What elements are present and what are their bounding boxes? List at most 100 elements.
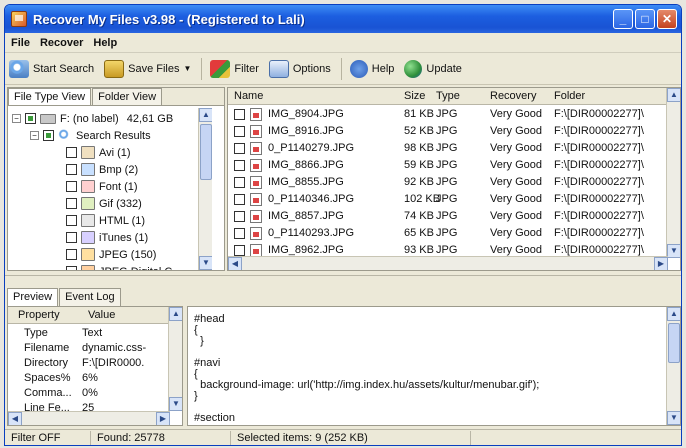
scroll-left-icon[interactable]: ◀: [228, 257, 242, 270]
file-list-hscrollbar[interactable]: ◀ ▶: [228, 256, 668, 270]
column-recovery[interactable]: Recovery: [490, 90, 536, 102]
tree-drive[interactable]: − F: (no label) 42,61 GB: [12, 110, 173, 127]
table-row[interactable]: IMG_8855.JPG 92 KB JPG Very Good F:\[DIR0000…: [228, 174, 668, 191]
property-row[interactable]: Type Text: [8, 326, 170, 341]
checkbox[interactable]: [234, 245, 245, 256]
file-size: 92 KB: [404, 176, 434, 188]
checkbox[interactable]: [234, 211, 245, 222]
dropdown-arrow-icon[interactable]: ▼: [184, 64, 192, 73]
scroll-down-icon[interactable]: ▼: [667, 411, 680, 425]
property-row[interactable]: Spaces% 6%: [8, 371, 170, 386]
tree-type-item[interactable]: HTML (1): [66, 212, 145, 229]
tree-type-item[interactable]: Font (1): [66, 178, 138, 195]
tab-event-log[interactable]: Event Log: [59, 288, 121, 306]
checkbox[interactable]: [66, 249, 77, 260]
menu-recover[interactable]: Recover: [40, 37, 83, 49]
column-size[interactable]: Size: [404, 90, 425, 102]
scroll-up-icon[interactable]: ▲: [199, 108, 212, 122]
tab-file-type-view[interactable]: File Type View: [8, 88, 92, 105]
menu-help[interactable]: Help: [93, 37, 117, 49]
tree-scrollbar[interactable]: ▲ ▼: [198, 108, 212, 270]
tree-type-item[interactable]: Gif (332): [66, 195, 142, 212]
tree-type-item[interactable]: JPEG (150): [66, 246, 156, 263]
title-bar[interactable]: Recover My Files v3.98 - (Registered to …: [5, 5, 681, 33]
checkbox[interactable]: [234, 177, 245, 188]
scroll-thumb[interactable]: [200, 124, 212, 180]
checkbox[interactable]: [234, 143, 245, 154]
checkbox[interactable]: [66, 164, 77, 175]
table-row[interactable]: IMG_8866.JPG 59 KB JPG Very Good F:\[DIR0000…: [228, 157, 668, 174]
properties-scrollbar[interactable]: ▲ ▼: [168, 307, 182, 411]
file-list-vscrollbar[interactable]: ▲ ▼: [666, 88, 680, 258]
scroll-right-icon[interactable]: ▶: [156, 412, 170, 425]
property-row[interactable]: Directory F:\[DIR0000.: [8, 356, 170, 371]
text-preview[interactable]: #head{ } #navi{ background-image: url('ht…: [187, 306, 681, 426]
property-row[interactable]: Comma... 0%: [8, 386, 170, 401]
column-property[interactable]: Property: [18, 309, 60, 321]
tree-type-item[interactable]: Avi (1): [66, 144, 131, 161]
checkbox[interactable]: [25, 113, 36, 124]
checkbox[interactable]: [66, 181, 77, 192]
tab-folder-view[interactable]: Folder View: [92, 88, 163, 105]
table-row[interactable]: IMG_8916.JPG 52 KB JPG Very Good F:\[DIR0000…: [228, 123, 668, 140]
checkbox[interactable]: [234, 160, 245, 171]
checkbox[interactable]: [66, 147, 77, 158]
column-folder[interactable]: Folder: [554, 90, 585, 102]
scroll-up-icon[interactable]: ▲: [667, 88, 680, 102]
table-row[interactable]: 0_P1140346.JPG 102 KB JPG Very Good F:\[DIR0…: [228, 191, 668, 208]
scroll-down-icon[interactable]: ▼: [199, 256, 212, 270]
file-size: 74 KB: [404, 210, 434, 222]
file-folder: F:\[DIR00002277]\: [554, 142, 644, 154]
help-button[interactable]: Help: [349, 59, 395, 78]
column-type[interactable]: Type: [436, 90, 460, 102]
toolbar: Start Search Save Files ▼ Filter Options…: [5, 53, 681, 85]
scroll-up-icon[interactable]: ▲: [667, 307, 680, 321]
tree-type-item[interactable]: iTunes (1): [66, 229, 148, 246]
start-search-button[interactable]: Start Search: [9, 59, 94, 78]
table-row[interactable]: IMG_8857.JPG 74 KB JPG Very Good F:\[DIR0000…: [228, 208, 668, 225]
help-label: Help: [371, 62, 395, 75]
scroll-down-icon[interactable]: ▼: [169, 397, 182, 411]
tab-preview[interactable]: Preview: [7, 288, 59, 306]
checkbox[interactable]: [234, 126, 245, 137]
checkbox[interactable]: [234, 228, 245, 239]
table-row[interactable]: 0_P1140293.JPG 65 KB JPG Very Good F:\[DIR00…: [228, 225, 668, 242]
tree-type-item[interactable]: Bmp (2): [66, 161, 138, 178]
globe-update-icon: [404, 59, 423, 78]
tree-search-results[interactable]: − Search Results: [30, 127, 151, 144]
filter-button[interactable]: Filter: [210, 59, 259, 78]
options-button[interactable]: Options: [268, 59, 331, 78]
options-label: Options: [292, 62, 331, 75]
maximize-button[interactable]: □: [635, 9, 655, 29]
collapse-icon[interactable]: −: [12, 114, 21, 123]
menu-file[interactable]: File: [11, 37, 30, 49]
scroll-left-icon[interactable]: ◀: [8, 412, 22, 425]
checkbox[interactable]: [43, 130, 54, 141]
column-name[interactable]: Name: [234, 90, 263, 102]
checkbox[interactable]: [66, 232, 77, 243]
scroll-thumb[interactable]: [668, 323, 680, 363]
scroll-up-icon[interactable]: ▲: [169, 307, 182, 321]
collapse-icon[interactable]: −: [30, 131, 39, 140]
file-recovery: Very Good: [490, 108, 542, 120]
property-name: Comma...: [24, 387, 72, 399]
save-files-button[interactable]: Save Files ▼: [104, 59, 192, 78]
update-button[interactable]: Update: [404, 59, 462, 78]
table-row[interactable]: 0_P1140279.JPG 98 KB JPG Very Good F:\[DIR00…: [228, 140, 668, 157]
preview-scrollbar[interactable]: ▲ ▼: [666, 307, 680, 425]
properties-hscrollbar[interactable]: ◀ ▶: [8, 411, 170, 425]
preview-line: }: [194, 390, 198, 402]
column-value[interactable]: Value: [88, 309, 115, 321]
checkbox[interactable]: [66, 198, 77, 209]
minimize-button[interactable]: _: [613, 9, 633, 29]
property-row[interactable]: Filename dynamic.css-: [8, 341, 170, 356]
scroll-down-icon[interactable]: ▼: [667, 244, 680, 258]
close-button[interactable]: ✕: [657, 9, 677, 29]
tree-type-item[interactable]: JPEG Digital C: [66, 263, 172, 270]
scroll-right-icon[interactable]: ▶: [654, 257, 668, 270]
checkbox[interactable]: [234, 194, 245, 205]
table-row[interactable]: IMG_8904.JPG 81 KB JPG Very Good F:\[DIR0000…: [228, 106, 668, 123]
checkbox[interactable]: [66, 215, 77, 226]
checkbox[interactable]: [234, 109, 245, 120]
checkbox[interactable]: [66, 266, 77, 270]
